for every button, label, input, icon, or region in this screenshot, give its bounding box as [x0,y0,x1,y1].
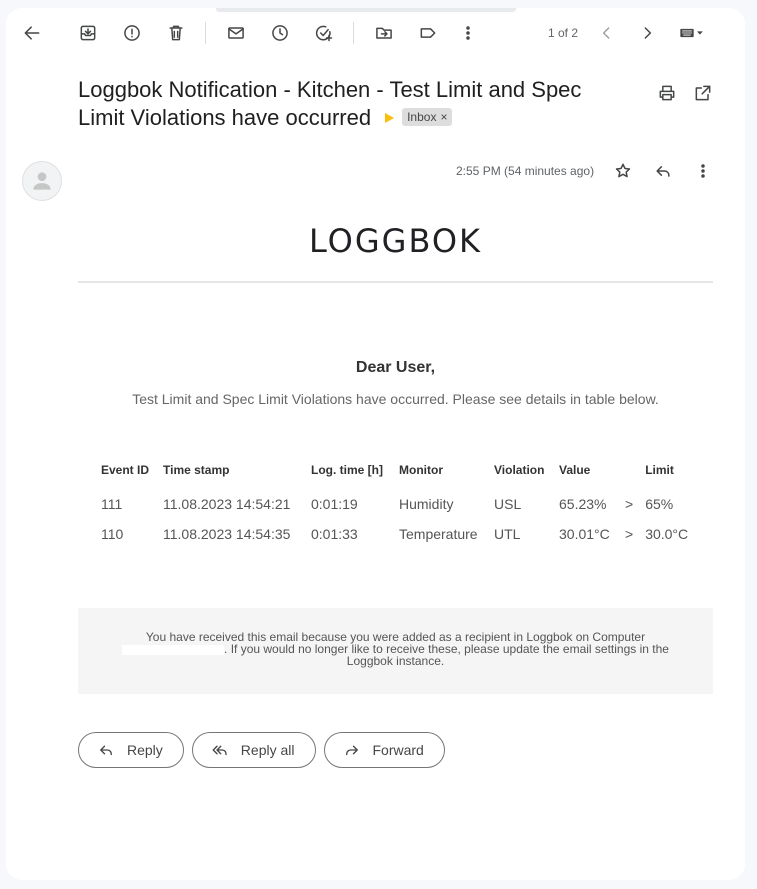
open-in-new-window-icon[interactable] [687,77,719,109]
loggbok-logo: LOGGBOK [308,222,483,260]
mark-unread-icon[interactable] [220,17,252,49]
col-header-value: Value [559,463,591,477]
reply-all-button[interactable]: Reply all [191,732,316,768]
intro-text: Test Limit and Spec Limit Violations hav… [132,391,659,407]
col-header-event-id: Event ID [101,463,150,477]
report-spam-icon[interactable] [116,17,148,49]
cell-value: 30.01°C [559,526,610,542]
col-header-time-stamp: Time stamp [163,463,230,477]
importance-marker-icon[interactable] [385,113,395,124]
cell-time-stamp: 11.08.2023 14:54:21 [163,496,291,512]
reply-all-button-label: Reply all [240,742,295,758]
keyboard-icon[interactable] [671,17,713,49]
email-card: 1 of 2 Loggbok Notification - Kitchen - … [6,8,745,880]
person-icon [33,172,51,190]
star-icon[interactable] [607,155,639,187]
events-table: Event ID Time stamp Log. time [h] Monito… [95,463,699,549]
back-arrow-icon[interactable] [16,17,48,49]
chevron-right-icon[interactable] [631,17,663,49]
archive-icon[interactable] [72,17,104,49]
cell-limit: 65% [645,496,674,512]
remove-label-icon[interactable]: × [440,110,447,124]
cell-event-id: 110 [101,526,124,542]
email-footer: You have received this email because you… [78,608,713,694]
reply-all-icon [212,745,227,756]
forward-button[interactable]: Forward [323,732,445,768]
reply-icon [100,745,112,756]
subject-text: Loggbok Notification - Kitchen - Test Li… [78,77,582,130]
reply-button[interactable]: Reply [78,732,184,768]
col-header-violation: Violation [494,463,545,477]
reply-icon[interactable] [647,155,679,187]
table-row: 111 11.08.2023 14:54:21 0:01:19 Humidity… [95,489,699,519]
cell-time-stamp: 11.08.2023 14:54:35 [163,526,291,542]
forward-icon [345,745,358,756]
label-icon[interactable] [412,17,444,49]
toolbar-divider [205,22,206,44]
cell-log-time: 0:01:19 [311,496,358,512]
chevron-left-icon[interactable] [591,17,623,49]
reply-actions: Reply Reply all Forward [78,732,445,768]
redacted-computer-name [122,644,225,655]
cell-log-time: 0:01:33 [311,526,358,542]
move-to-icon[interactable] [368,17,400,49]
col-header-log-time: Log. time [h] [311,463,383,477]
footer-text-part2: . If you would no longer like to receive… [224,642,669,668]
col-header-limit: Limit [645,463,674,477]
more-vert-icon[interactable] [452,17,484,49]
more-vert-icon[interactable] [687,155,719,187]
cell-limit: 30.0°C [645,526,689,542]
cell-value: 65.23% [559,496,607,512]
snooze-icon[interactable] [264,17,296,49]
inbox-label-chip[interactable]: Inbox × [402,108,453,127]
email-timestamp: 2:55 PM (54 minutes ago) [456,164,595,178]
cell-comparator: > [625,496,634,512]
table-header-row: Event ID Time stamp Log. time [h] Monito… [95,463,699,489]
toolbar-divider [353,22,354,44]
cell-comparator: > [625,526,634,542]
cell-monitor: Temperature [399,526,478,542]
print-icon[interactable] [651,77,683,109]
forward-button-label: Forward [372,742,424,758]
cell-event-id: 111 [101,496,123,512]
cell-violation: UTL [494,526,521,542]
table-row: 110 11.08.2023 14:54:35 0:01:33 Temperat… [95,519,699,549]
col-header-monitor: Monitor [399,463,443,477]
sender-avatar[interactable] [22,161,62,201]
email-subject: Loggbok Notification - Kitchen - Test Li… [78,76,618,132]
logo-divider [78,281,713,283]
cell-monitor: Humidity [399,496,454,512]
col-header-comparator [619,463,639,489]
toolbar: 1 of 2 [6,8,745,58]
cell-violation: USL [494,496,522,512]
pager-count: 1 of 2 [548,26,579,40]
reply-button-label: Reply [127,742,163,758]
greeting: Dear User, [355,359,436,376]
label-chip-text: Inbox [407,110,437,125]
add-task-icon[interactable] [308,17,340,49]
delete-icon[interactable] [160,17,192,49]
